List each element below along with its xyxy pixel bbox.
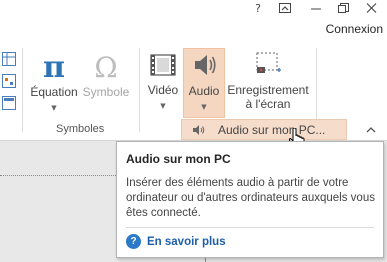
slide-border-line <box>205 258 206 262</box>
table-small-icon[interactable] <box>2 52 16 66</box>
audio-button[interactable]: Audio ▼ <box>183 48 225 118</box>
svg-text:π: π <box>43 50 65 82</box>
video-label: Vidéo <box>147 83 179 97</box>
tooltip: Audio sur mon PC Insérer des éléments au… <box>116 141 384 258</box>
slide-number-small-icon[interactable] <box>2 96 16 110</box>
screen-recording-label-1: Enregistrement <box>227 83 309 97</box>
audio-label: Audio <box>188 84 220 98</box>
audio-on-pc-menu-item[interactable]: Audio sur mon PC... <box>181 119 347 140</box>
signin-link[interactable]: Connexion <box>326 22 383 36</box>
screen-recording-label-2: à l'écran <box>245 97 291 111</box>
equation-button[interactable]: π Équation ▼ <box>28 50 80 120</box>
screen-recording-icon <box>256 52 281 73</box>
group-label-symbols: Symboles <box>56 123 105 135</box>
chevron-down-icon: ▼ <box>201 103 207 111</box>
svg-text:Ω: Ω <box>94 51 117 82</box>
minimize-icon[interactable] <box>306 0 326 16</box>
question-icon: ? <box>126 234 141 249</box>
chevron-down-icon: ▼ <box>51 104 57 112</box>
slide-border-line <box>0 175 116 176</box>
tooltip-divider <box>126 227 374 228</box>
symbol-label: Symbole <box>82 85 130 99</box>
ribbon-separator <box>22 48 23 132</box>
symbol-button[interactable]: Ω Symbole <box>80 50 132 120</box>
restore-icon[interactable] <box>333 0 353 16</box>
audio-on-pc-label: Audio sur mon PC... <box>218 122 326 137</box>
equation-label: Équation <box>30 85 78 99</box>
film-icon <box>150 54 176 76</box>
collapse-ribbon-icon[interactable] <box>366 125 376 136</box>
screen-recording-button[interactable]: Enregistrement à l'écran <box>226 50 310 120</box>
close-icon[interactable] <box>361 0 381 16</box>
tooltip-description: Insérer des éléments audio à partir de v… <box>126 177 375 219</box>
omega-icon: Ω <box>94 51 117 84</box>
ribbon-separator <box>139 48 140 132</box>
chevron-down-icon: ▼ <box>160 102 166 110</box>
calendar-small-icon[interactable] <box>2 74 16 88</box>
tooltip-title: Audio sur mon PC <box>126 152 231 166</box>
pi-icon: π <box>43 50 65 85</box>
ribbon-display-options-icon[interactable] <box>275 0 295 16</box>
speaker-icon <box>195 55 216 75</box>
video-button[interactable]: Vidéo ▼ <box>143 50 183 120</box>
help-link-label: En savoir plus <box>147 235 226 248</box>
help-icon[interactable]: ? <box>248 0 268 16</box>
speaker-small-icon <box>193 124 205 135</box>
help-link[interactable]: ? En savoir plus <box>126 234 226 249</box>
